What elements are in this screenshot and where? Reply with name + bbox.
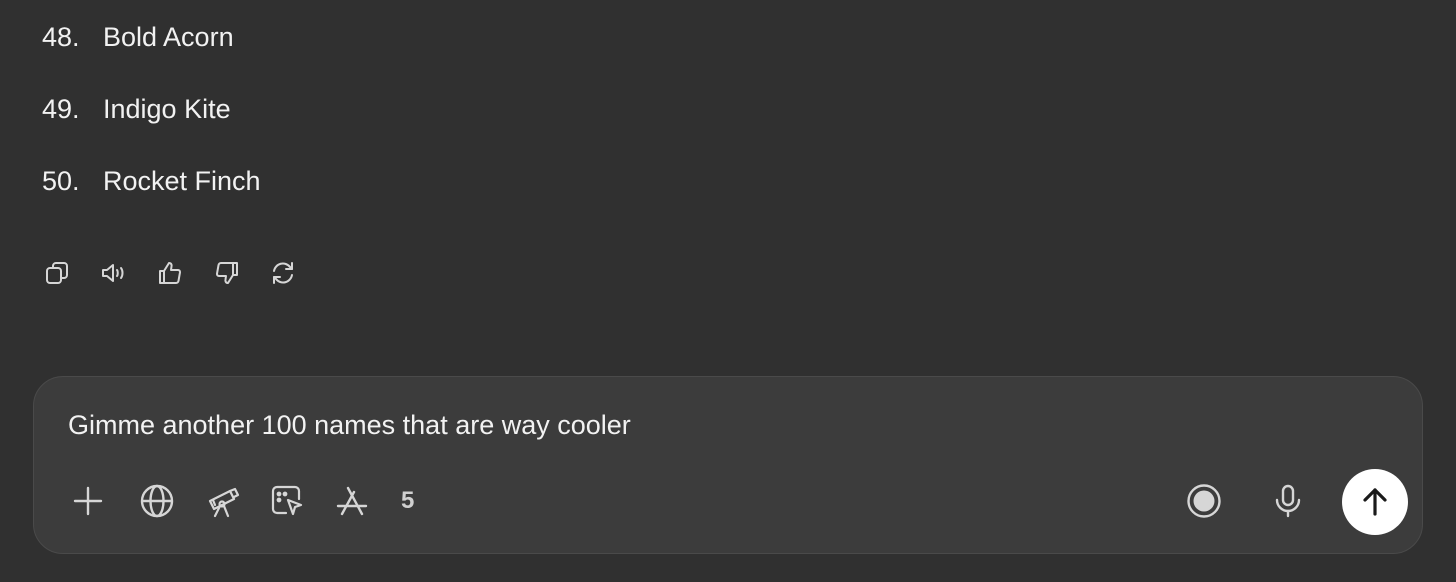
thumbs-down-button[interactable]	[212, 258, 242, 288]
globe-icon	[140, 484, 174, 518]
message-input[interactable]: Gimme another 100 names that are way coo…	[68, 407, 631, 443]
web-search-button[interactable]	[137, 481, 177, 521]
copy-button[interactable]	[42, 258, 72, 288]
plus-icon	[73, 486, 103, 516]
deep-research-button[interactable]	[204, 481, 244, 521]
list-item-text: Indigo Kite	[103, 94, 231, 124]
list-item-text: Rocket Finch	[103, 166, 261, 196]
list-item-number: 48.	[42, 22, 80, 52]
list-item: 48. Bold Acorn	[42, 15, 261, 87]
read-aloud-button[interactable]	[99, 258, 129, 288]
send-arrow-icon	[1363, 488, 1387, 516]
list-item-number: 49.	[42, 94, 80, 124]
telescope-icon	[208, 487, 240, 518]
regenerate-icon	[273, 262, 293, 284]
send-button[interactable]	[1342, 469, 1408, 535]
read-aloud-icon	[101, 264, 123, 282]
list-item-text: Bold Acorn	[103, 22, 234, 52]
thumbs-up-button[interactable]	[155, 258, 185, 288]
list-item: 49. Indigo Kite	[42, 87, 261, 159]
message-composer: Gimme another 100 names that are way coo…	[33, 376, 1423, 554]
attach-button[interactable]	[68, 481, 108, 521]
copy-icon	[46, 262, 68, 284]
apps-button[interactable]	[332, 481, 372, 521]
dictation-button[interactable]	[1268, 481, 1308, 521]
message-actions	[42, 258, 325, 288]
list-item-number: 50.	[42, 166, 80, 196]
microphone-icon	[1275, 484, 1301, 518]
voice-mode-icon	[1187, 484, 1221, 518]
voice-mode-button[interactable]	[1184, 481, 1224, 521]
thumbs-down-icon	[215, 261, 238, 284]
chat-page: 48. Bold Acorn 49. Indigo Kite 50. Rocke…	[0, 0, 1456, 582]
canvas-cursor-icon	[271, 485, 303, 516]
regenerate-button[interactable]	[268, 258, 298, 288]
tools-count: 5	[401, 487, 415, 514]
response-list: 48. Bold Acorn 49. Indigo Kite 50. Rocke…	[42, 15, 261, 231]
canvas-button[interactable]	[267, 481, 307, 521]
list-item: 50. Rocket Finch	[42, 159, 261, 231]
thumbs-up-icon	[159, 262, 181, 285]
app-store-icon	[336, 486, 368, 516]
